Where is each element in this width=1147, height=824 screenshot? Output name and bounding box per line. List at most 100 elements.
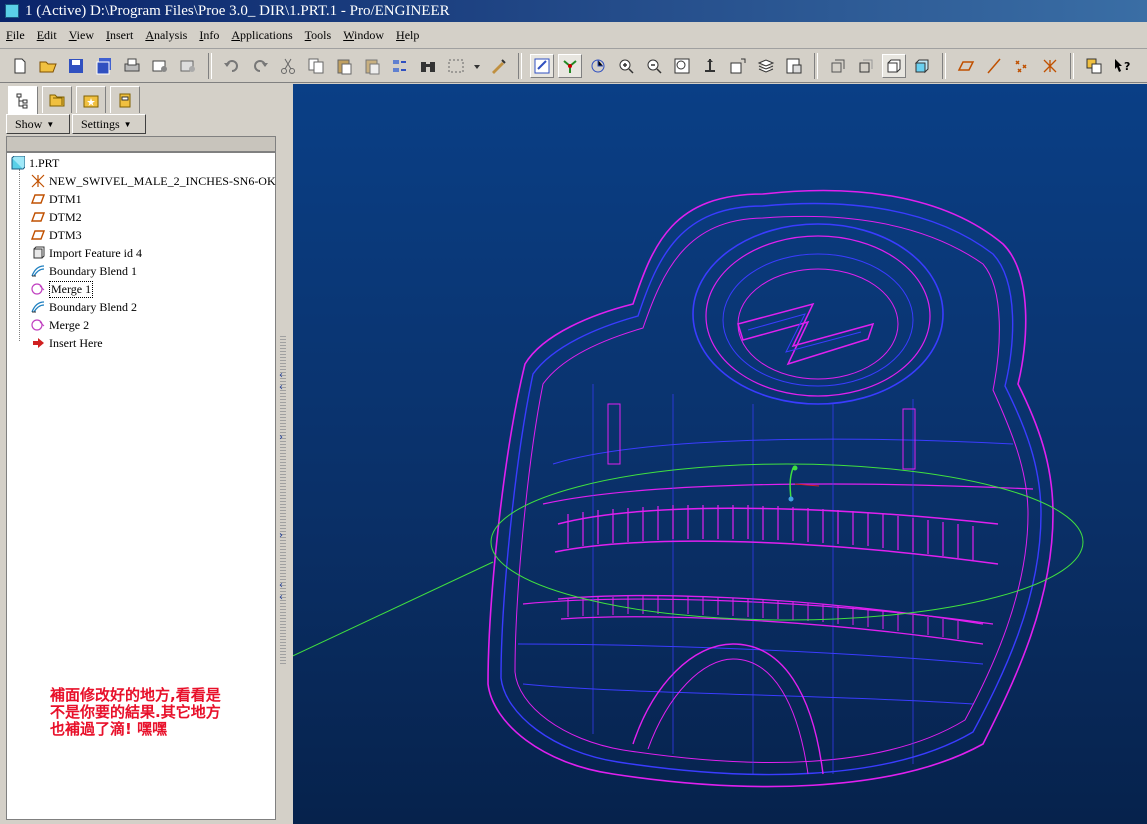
undo-icon[interactable] bbox=[220, 54, 244, 78]
menu-applications[interactable]: Applications bbox=[225, 28, 298, 43]
view-manager-icon[interactable] bbox=[782, 54, 806, 78]
tree-item-label: DTM1 bbox=[49, 191, 82, 206]
menu-window[interactable]: Window bbox=[337, 28, 390, 43]
show-dropdown[interactable]: Show ▼ bbox=[6, 114, 70, 134]
main-toolbar: ? bbox=[0, 49, 1147, 83]
expand-arrow-icon[interactable]: › bbox=[279, 530, 283, 541]
tree-item-dtm1[interactable]: DTM1 bbox=[31, 190, 82, 208]
merge-icon bbox=[31, 318, 45, 332]
tree-controls: Show ▼ Settings ▼ bbox=[6, 114, 148, 134]
tree-filter-bar[interactable] bbox=[6, 136, 276, 152]
print-icon[interactable] bbox=[120, 54, 144, 78]
connections-tab[interactable] bbox=[110, 86, 140, 113]
navigator-tabs bbox=[8, 86, 144, 115]
redo-icon[interactable] bbox=[248, 54, 272, 78]
context-help-icon[interactable]: ? bbox=[1110, 54, 1134, 78]
wireframe-model[interactable] bbox=[293, 84, 1147, 824]
menu-analysis[interactable]: Analysis bbox=[139, 28, 193, 43]
merge-icon bbox=[31, 282, 45, 296]
selection-filter-arrow-icon[interactable] bbox=[472, 54, 482, 78]
zoom-out-icon[interactable] bbox=[642, 54, 666, 78]
favorites-tab[interactable] bbox=[76, 86, 106, 113]
email-link-icon[interactable] bbox=[176, 54, 200, 78]
title-bar: 1 (Active) D:\Program Files\Proe 3.0_ DI… bbox=[0, 0, 1147, 22]
dropdown-arrow-icon: ▼ bbox=[123, 119, 132, 129]
layers-icon[interactable] bbox=[754, 54, 778, 78]
tree-item-boundary-blend-1[interactable]: Boundary Blend 1 bbox=[31, 262, 137, 280]
menu-view[interactable]: View bbox=[63, 28, 100, 43]
collapse-arrow-icon[interactable]: ‹ bbox=[279, 592, 283, 603]
wireframe-display-icon[interactable] bbox=[826, 54, 850, 78]
refit-icon[interactable] bbox=[670, 54, 694, 78]
datum-points-toggle-icon[interactable] bbox=[1010, 54, 1034, 78]
paste-special-icon[interactable] bbox=[360, 54, 384, 78]
save-copy-icon[interactable] bbox=[92, 54, 116, 78]
datum-plane-icon bbox=[31, 228, 45, 242]
menu-help[interactable]: Help bbox=[390, 28, 425, 43]
find-binoculars-icon[interactable] bbox=[416, 54, 440, 78]
shading-display-icon[interactable] bbox=[910, 54, 934, 78]
tree-connector-line bbox=[19, 169, 20, 341]
model-tree-tab[interactable] bbox=[8, 86, 38, 115]
saved-views-icon[interactable] bbox=[586, 54, 610, 78]
reorient-icon[interactable] bbox=[698, 54, 722, 78]
open-folder-icon[interactable] bbox=[36, 54, 60, 78]
annotation-line: 補面修改好的地方,看看是 bbox=[50, 686, 221, 704]
copy-icon[interactable] bbox=[304, 54, 328, 78]
settings-dropdown[interactable]: Settings ▼ bbox=[72, 114, 146, 134]
tree-item-dtm3[interactable]: DTM3 bbox=[31, 226, 82, 244]
tree-item-import-feature[interactable]: Import Feature id 4 bbox=[31, 244, 142, 262]
menu-info[interactable]: Info bbox=[193, 28, 225, 43]
selection-box-icon[interactable] bbox=[444, 54, 468, 78]
tree-item-merge-1[interactable]: Merge 1 bbox=[31, 280, 94, 298]
zoom-in-icon[interactable] bbox=[614, 54, 638, 78]
tree-item-boundary-blend-2[interactable]: Boundary Blend 2 bbox=[31, 298, 137, 316]
hidden-line-display-icon[interactable] bbox=[854, 54, 878, 78]
collapse-arrow-icon[interactable]: ‹ bbox=[279, 370, 283, 381]
regenerate-icon[interactable] bbox=[388, 54, 412, 78]
menu-file[interactable]: File bbox=[0, 28, 31, 43]
coordinate-systems-toggle-icon[interactable] bbox=[1038, 54, 1062, 78]
menu-insert[interactable]: Insert bbox=[100, 28, 139, 43]
csys-icon bbox=[31, 174, 45, 188]
paste-icon[interactable] bbox=[332, 54, 356, 78]
tree-item-label: Import Feature id 4 bbox=[49, 245, 142, 260]
annotation-note: 補面修改好的地方,看看是 不是你要的結果.其它地方 也補過了滴! 嘿嘿 bbox=[50, 687, 221, 738]
expand-arrow-icon[interactable]: › bbox=[279, 432, 283, 443]
app-icon bbox=[5, 4, 19, 18]
model-tree-settings-icon[interactable] bbox=[1082, 54, 1106, 78]
tree-item-insert-here[interactable]: Insert Here bbox=[31, 334, 103, 352]
collapse-arrow-icon[interactable]: ‹ bbox=[279, 382, 283, 393]
favorites-icon bbox=[83, 95, 99, 108]
graphics-viewport[interactable] bbox=[293, 84, 1147, 824]
menu-edit[interactable]: Edit bbox=[31, 28, 63, 43]
connections-icon bbox=[119, 93, 131, 108]
named-views-icon[interactable] bbox=[726, 54, 750, 78]
new-file-icon[interactable] bbox=[8, 54, 32, 78]
tree-item-part[interactable]: 1.PRT bbox=[11, 154, 59, 172]
svg-text:?: ? bbox=[1124, 60, 1130, 73]
tree-item-csys[interactable]: NEW_SWIVEL_MALE_2_INCHES-SN6-OK bbox=[31, 172, 276, 190]
spin-center-icon[interactable] bbox=[558, 53, 582, 78]
menu-tools[interactable]: Tools bbox=[299, 28, 338, 43]
show-label: Show bbox=[15, 116, 43, 131]
tree-item-merge-2[interactable]: Merge 2 bbox=[31, 316, 89, 334]
collapse-arrow-icon[interactable]: ‹ bbox=[279, 580, 283, 591]
folder-browser-tab[interactable] bbox=[42, 86, 72, 113]
panel-splitter[interactable]: ‹ ‹ › › ‹ ‹ bbox=[277, 84, 291, 824]
repaint-icon[interactable] bbox=[486, 54, 510, 78]
folder-browser-icon bbox=[49, 94, 65, 107]
datum-axes-toggle-icon[interactable] bbox=[982, 54, 1006, 78]
email-icon[interactable] bbox=[148, 54, 172, 78]
toolbar-separator bbox=[942, 52, 946, 79]
orient-mode-icon[interactable] bbox=[530, 53, 554, 78]
datum-planes-toggle-icon[interactable] bbox=[954, 54, 978, 78]
tree-item-label: DTM3 bbox=[49, 227, 82, 242]
save-icon[interactable] bbox=[64, 54, 88, 78]
tree-item-label: Insert Here bbox=[49, 335, 103, 350]
datum-plane-icon bbox=[31, 210, 45, 224]
model-tree-icon bbox=[16, 93, 28, 109]
tree-item-dtm2[interactable]: DTM2 bbox=[31, 208, 82, 226]
no-hidden-display-icon[interactable] bbox=[882, 53, 906, 78]
cut-icon[interactable] bbox=[276, 54, 300, 78]
